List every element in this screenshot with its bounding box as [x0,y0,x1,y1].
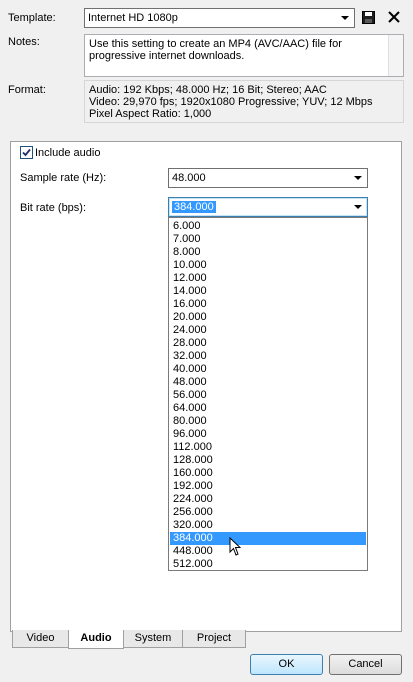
bit-rate-option[interactable]: 80.000 [170,415,366,428]
tab-project[interactable]: Project [182,630,246,648]
sample-rate-combo[interactable]: 48.000 [168,168,368,188]
notes-line-2: progressive internet downloads. [89,50,245,62]
format-line-3: Pixel Aspect Ratio: 1,000 [89,108,212,120]
chevron-down-icon [353,173,363,183]
tab-video[interactable]: Video [12,630,69,648]
include-audio-label: Include audio [35,147,101,159]
bit-rate-option[interactable]: 384.000 [170,532,366,545]
bit-rate-option[interactable]: 40.000 [170,363,366,376]
sample-rate-label: Sample rate (Hz): [20,172,107,184]
tab-strip: Video Audio System Project [10,630,402,649]
sample-rate-value: 48.000 [172,172,206,184]
bit-rate-combo[interactable]: 384.000 [168,197,368,217]
bit-rate-option[interactable]: 448.000 [170,545,366,558]
format-label: Format: [8,84,46,96]
close-x-icon[interactable] [387,10,401,24]
chevron-down-icon [353,202,363,212]
floppy-disk-icon[interactable] [362,11,375,24]
tab-system[interactable]: System [123,630,183,648]
include-audio-checkbox[interactable] [20,146,33,159]
format-readout: Audio: 192 Kbps; 48.000 Hz; 16 Bit; Ster… [84,80,404,123]
chevron-down-icon [340,13,350,23]
checkmark-icon [22,148,31,157]
bit-rate-option[interactable]: 20.000 [170,311,366,324]
bit-rate-option[interactable]: 512.000 [170,558,366,571]
bit-rate-option[interactable]: 12.000 [170,272,366,285]
mouse-pointer-icon [229,536,243,557]
bit-rate-value: 384.000 [172,201,216,213]
bit-rate-option[interactable]: 16.000 [170,298,366,311]
bit-rate-option[interactable]: 28.000 [170,337,366,350]
bit-rate-label: Bit rate (bps): [20,202,87,214]
bit-rate-option[interactable]: 160.000 [170,467,366,480]
tab-audio[interactable]: Audio [68,630,124,649]
notes-line-1: Use this setting to create an MP4 (AVC/A… [89,38,342,50]
template-value: Internet HD 1080p [88,12,178,24]
notes-textarea[interactable]: Use this setting to create an MP4 (AVC/A… [84,34,404,77]
bit-rate-option[interactable]: 48.000 [170,376,366,389]
template-combo[interactable]: Internet HD 1080p [84,8,355,28]
bit-rate-option[interactable]: 10.000 [170,259,366,272]
bit-rate-option[interactable]: 7.000 [170,233,366,246]
bit-rate-option[interactable]: 192.000 [170,480,366,493]
bit-rate-option[interactable]: 64.000 [170,402,366,415]
format-line-2: Video: 29,970 fps; 1920x1080 Progressive… [89,96,373,108]
notes-label: Notes: [8,36,40,48]
bit-rate-option[interactable]: 112.000 [170,441,366,454]
bit-rate-option[interactable]: 128.000 [170,454,366,467]
bit-rate-option[interactable]: 32.000 [170,350,366,363]
bit-rate-option[interactable]: 24.000 [170,324,366,337]
bit-rate-option[interactable]: 320.000 [170,519,366,532]
bit-rate-options-list[interactable]: 6.000 7.000 8.000 10.000 12.000 14.000 16.000 2… [168,217,368,571]
bit-rate-option[interactable]: 96.000 [170,428,366,441]
format-line-1: Audio: 192 Kbps; 48.000 Hz; 16 Bit; Ster… [89,84,327,96]
ok-button[interactable]: OK [250,654,323,675]
bit-rate-option[interactable]: 224.000 [170,493,366,506]
bit-rate-option[interactable]: 56.000 [170,389,366,402]
bit-rate-option[interactable]: 8.000 [170,246,366,259]
cancel-button[interactable]: Cancel [329,654,402,675]
bit-rate-option[interactable]: 14.000 [170,285,366,298]
template-label: Template: [8,12,56,24]
bit-rate-option[interactable]: 256.000 [170,506,366,519]
bit-rate-option[interactable]: 6.000 [170,220,366,233]
textarea-scrollbar[interactable] [388,35,403,76]
